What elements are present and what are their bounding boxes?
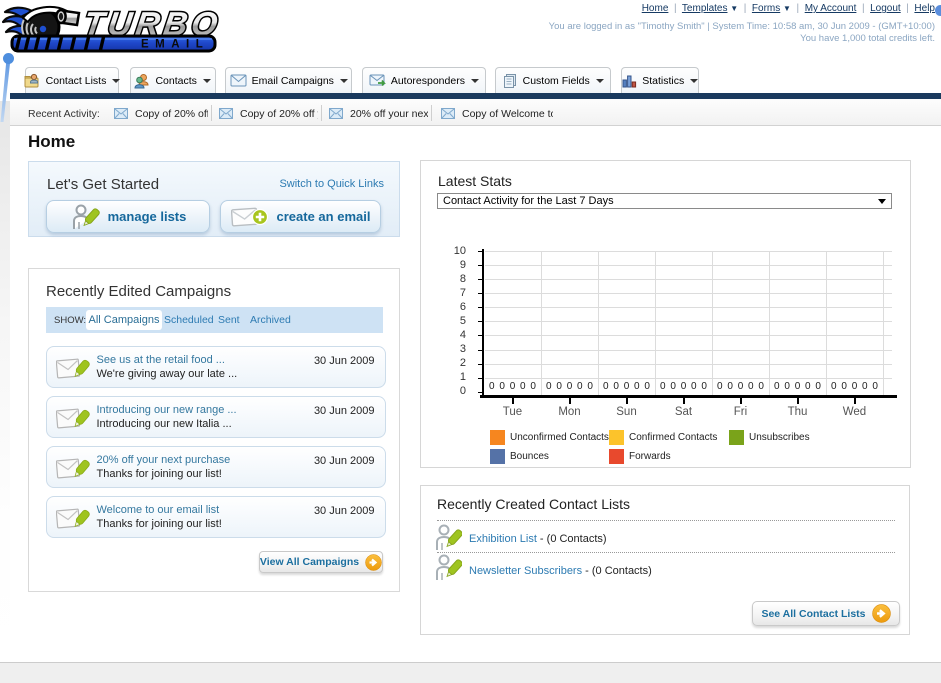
svg-text:EMAIL: EMAIL [141,39,209,51]
